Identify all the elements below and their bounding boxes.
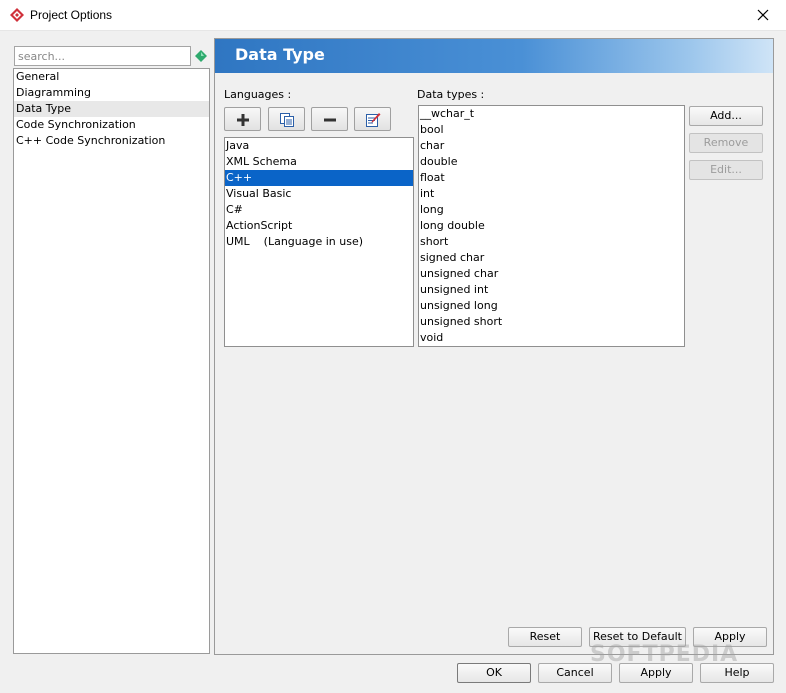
sidebar-item-cpp-code-synchronization[interactable]: C++ Code Synchronization	[14, 133, 209, 149]
data-type-item[interactable]: unsigned long	[419, 298, 684, 314]
language-item-actionscript[interactable]: ActionScript	[225, 218, 413, 234]
panel-header: Data Type	[215, 39, 773, 73]
help-button[interactable]: Help	[700, 663, 774, 683]
panel-title: Data Type	[235, 45, 325, 64]
green-gem-icon[interactable]	[195, 50, 207, 62]
data-type-item[interactable]: short	[419, 234, 684, 250]
plus-icon	[237, 114, 249, 126]
copy-language-button[interactable]	[268, 107, 305, 131]
data-type-item[interactable]: unsigned char	[419, 266, 684, 282]
reset-to-default-button[interactable]: Reset to Default	[589, 627, 686, 647]
copy-icon	[280, 113, 294, 127]
data-types-list[interactable]: __wchar_t bool char double float int lon…	[418, 105, 685, 347]
panel-apply-button[interactable]: Apply	[693, 627, 767, 647]
window-title: Project Options	[30, 8, 113, 22]
options-category-tree[interactable]: General Diagramming Data Type Code Synch…	[13, 68, 210, 654]
sidebar-item-diagramming[interactable]: Diagramming	[14, 85, 209, 101]
data-type-item[interactable]: long double	[419, 218, 684, 234]
add-language-button[interactable]	[224, 107, 261, 131]
close-button[interactable]	[740, 0, 786, 31]
data-type-item[interactable]: char	[419, 138, 684, 154]
language-item-uml[interactable]: UML (Language in use)	[225, 234, 413, 250]
add-data-type-button[interactable]: Add...	[689, 106, 763, 126]
ok-button[interactable]: OK	[457, 663, 531, 683]
data-type-item[interactable]: bool	[419, 122, 684, 138]
sidebar-item-general[interactable]: General	[14, 69, 209, 85]
data-type-item[interactable]: __wchar_t	[419, 106, 684, 122]
reset-button[interactable]: Reset	[508, 627, 582, 647]
close-icon	[757, 9, 769, 21]
languages-label: Languages :	[224, 88, 292, 101]
data-type-item[interactable]: float	[419, 170, 684, 186]
data-type-item[interactable]: long	[419, 202, 684, 218]
data-type-item[interactable]: int	[419, 186, 684, 202]
minus-icon	[324, 118, 336, 122]
data-type-item[interactable]: double	[419, 154, 684, 170]
dialog-apply-button[interactable]: Apply	[619, 663, 693, 683]
remove-language-button[interactable]	[311, 107, 348, 131]
visual-paradigm-logo-icon	[10, 8, 24, 22]
title-bar: Project Options	[0, 0, 786, 31]
data-types-label: Data types :	[417, 88, 485, 101]
remove-data-type-button[interactable]: Remove	[689, 133, 763, 153]
sidebar-item-data-type[interactable]: Data Type	[14, 101, 209, 117]
language-item-visual-basic[interactable]: Visual Basic	[225, 186, 413, 202]
edit-data-type-button[interactable]: Edit...	[689, 160, 763, 180]
search-input[interactable]	[14, 46, 191, 66]
data-type-item[interactable]: unsigned short	[419, 314, 684, 330]
data-type-item[interactable]: unsigned int	[419, 282, 684, 298]
languages-list[interactable]: Java XML Schema C++ Visual Basic C# Acti…	[224, 137, 414, 347]
language-item-java[interactable]: Java	[225, 138, 413, 154]
data-type-item[interactable]: signed char	[419, 250, 684, 266]
cancel-button[interactable]: Cancel	[538, 663, 612, 683]
language-item-xml-schema[interactable]: XML Schema	[225, 154, 413, 170]
edit-icon	[366, 113, 381, 127]
data-type-item[interactable]: void	[419, 330, 684, 346]
language-item-csharp[interactable]: C#	[225, 202, 413, 218]
sidebar-item-code-synchronization[interactable]: Code Synchronization	[14, 117, 209, 133]
edit-language-button[interactable]	[354, 107, 391, 131]
language-item-cpp[interactable]: C++	[225, 170, 413, 186]
